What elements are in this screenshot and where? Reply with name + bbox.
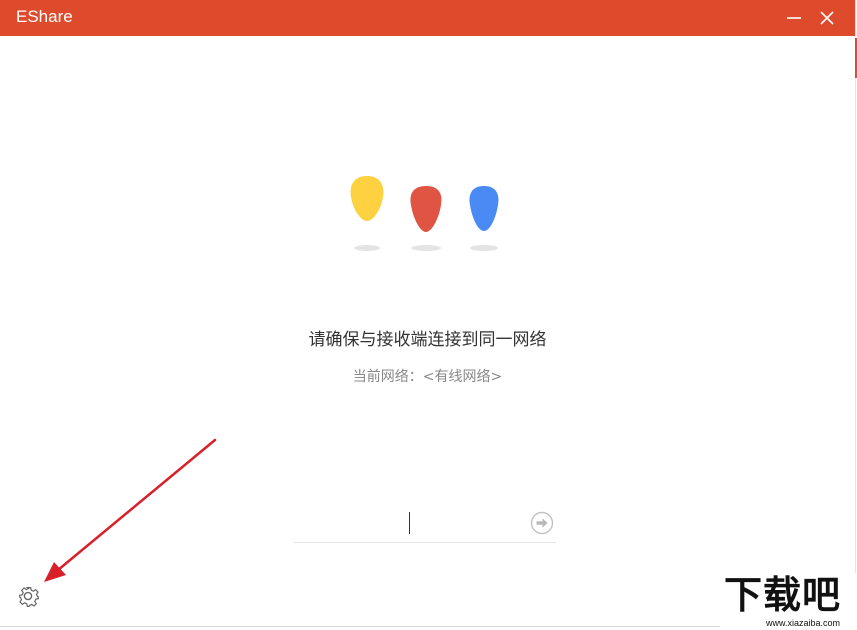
watermark-url: www.xiazaiba.com — [766, 618, 841, 628]
yellow-drop-shadow — [354, 245, 380, 251]
watermark-text: 下载吧 — [724, 573, 842, 617]
network-name: <有线网络> — [422, 369, 503, 385]
red-drop — [410, 186, 442, 232]
eshare-window: EShare 请确保与接收端连接到同一网络 当前网络：<有线网络> — [0, 0, 856, 627]
text-cursor — [409, 512, 410, 534]
title-bar[interactable]: EShare — [0, 0, 855, 36]
connect-button[interactable] — [530, 511, 554, 535]
pin-code-input[interactable] — [294, 508, 520, 538]
arrow-right-circle-icon — [530, 511, 554, 535]
site-watermark: 下载吧 www.xiazaiba.com — [720, 573, 857, 630]
settings-button[interactable] — [14, 582, 42, 610]
device-search-illustration — [340, 170, 520, 260]
current-network: 当前网络：<有线网络> — [0, 367, 855, 387]
close-button[interactable] — [810, 0, 844, 36]
pin-code-field — [294, 508, 556, 543]
yellow-drop — [350, 176, 384, 221]
minimize-button[interactable] — [777, 0, 811, 36]
blue-drop — [469, 186, 499, 231]
close-icon — [820, 11, 834, 25]
blue-drop-shadow — [470, 245, 498, 251]
red-drop-shadow — [411, 245, 441, 251]
connection-hint: 请确保与接收端连接到同一网络 — [308, 330, 547, 350]
network-label: 当前网络： — [352, 369, 423, 385]
gear-icon — [19, 587, 39, 607]
app-title: EShare — [16, 7, 73, 26]
minimize-icon — [787, 17, 801, 19]
